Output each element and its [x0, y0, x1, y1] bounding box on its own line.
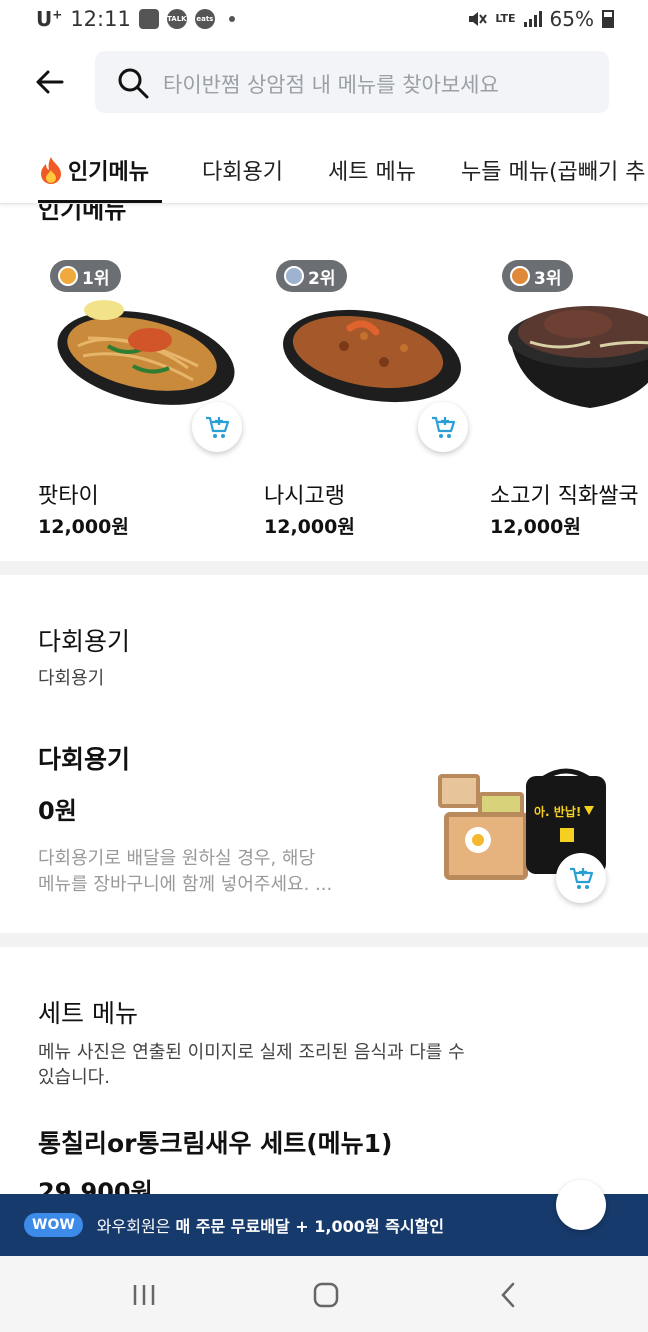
beef-pho-image: [508, 306, 648, 408]
item-description-line: 메뉴를 장바구니에 함께 넣어주세요. ...: [38, 874, 333, 895]
active-tab-indicator: [38, 200, 162, 203]
back-button[interactable]: [30, 62, 70, 102]
wow-badge: WOW: [24, 1213, 83, 1237]
network-type: LTE: [495, 12, 516, 25]
category-tabs: 인기메뉴 다회용기 세트 메뉴 누들 메뉴(곱빼기 추: [0, 134, 648, 204]
item-price: 0원: [38, 797, 77, 825]
chevron-left-icon: [501, 1282, 515, 1308]
bronze-medal-icon: [510, 266, 530, 286]
item-name: 다회용기: [38, 745, 131, 774]
item-description-line: 다회용기로 배달을 원하실 경우, 해당: [38, 848, 316, 869]
add-to-cart-button[interactable]: [192, 402, 242, 452]
tab-reusable-container[interactable]: 다회용기: [202, 154, 283, 186]
add-to-cart-button[interactable]: [418, 402, 468, 452]
section-description: 있습니다.: [38, 1067, 110, 1088]
carrier-label: U+: [36, 7, 63, 31]
item-price: 12,000원: [264, 516, 355, 538]
recent-apps-button[interactable]: [124, 1280, 164, 1310]
tab-set-menu[interactable]: 세트 메뉴: [328, 154, 416, 186]
silver-medal-icon: [284, 266, 304, 286]
wow-banner-text: 와우회원은 매 주문 무료배달 + 1,000원 즉시할인: [96, 1217, 445, 1236]
item-name: 나시고랭: [264, 484, 345, 509]
item-price: 12,000원: [490, 516, 581, 538]
tab-noodle-menu[interactable]: 누들 메뉴(곱빼기 추: [461, 154, 646, 186]
rank-badge: 2위: [276, 260, 348, 292]
add-cart-icon: [570, 867, 594, 889]
item-name: 팟타이: [38, 484, 99, 509]
add-cart-icon: [432, 416, 456, 438]
popular-item-card[interactable]: 1위 팟타이 12,000원: [38, 256, 248, 546]
add-cart-icon: [206, 416, 230, 438]
eats-icon: eats: [194, 9, 215, 29]
rank-badge: 3위: [502, 260, 574, 292]
section-divider: [0, 561, 648, 575]
section-description: 다회용기: [38, 668, 105, 689]
section-title: 세트 메뉴: [38, 999, 138, 1028]
recent-apps-icon: [133, 1285, 155, 1305]
fire-icon: [41, 157, 61, 184]
search-placeholder: 타이반쩜 상암점 내 메뉴를 찾아보세요: [163, 73, 499, 97]
section-description: 메뉴 사진은 연출된 이미지로 실제 조리된 음식과 다를 수: [38, 1042, 465, 1063]
home-icon: [313, 1282, 339, 1308]
battery-percent: 65%: [549, 7, 594, 31]
svg-text:아. 반납!: 아. 반납!: [534, 804, 581, 819]
system-back-button[interactable]: [488, 1280, 528, 1310]
system-navigation-bar: [0, 1256, 648, 1332]
section-divider: [0, 933, 648, 947]
search-input[interactable]: 타이반쩜 상암점 내 메뉴를 찾아보세요: [95, 51, 609, 113]
popular-item-card[interactable]: 2위 나시고랭 12,000원: [264, 256, 474, 546]
header: 타이반쩜 상암점 내 메뉴를 찾아보세요: [0, 38, 648, 134]
wow-membership-banner[interactable]: WOW 와우회원은 매 주문 무료배달 + 1,000원 즉시할인: [0, 1194, 648, 1256]
mute-icon: [469, 12, 488, 26]
battery-icon: [602, 10, 614, 28]
signal-icon: [523, 11, 542, 27]
clock: 12:11: [70, 7, 131, 31]
pad-thai-image: [57, 300, 235, 405]
home-button[interactable]: [306, 1280, 346, 1310]
search-icon: [118, 68, 149, 99]
arrow-left-icon: [36, 70, 64, 94]
gold-medal-icon: [58, 266, 78, 286]
gallery-icon: [138, 9, 159, 29]
tab-popular[interactable]: 인기메뉴: [38, 154, 149, 186]
item-name: 소고기 직화쌀국: [490, 484, 639, 509]
item-price: 12,000원: [38, 516, 129, 538]
rank-badge: 1위: [50, 260, 122, 292]
item-name: 통칠리or통크림새우 세트(메뉴1): [38, 1129, 393, 1158]
popular-item-card[interactable]: 3위 소고기 직화쌀국 12,000원: [490, 256, 648, 546]
section-title: 다회용기: [38, 627, 131, 656]
nasi-goreng-image: [283, 309, 461, 403]
add-to-cart-button[interactable]: [556, 1180, 606, 1230]
add-to-cart-button[interactable]: [556, 853, 606, 903]
more-notifications-icon: [228, 16, 235, 22]
status-bar: U+ 12:11 TALK eats LTE 65%: [0, 0, 648, 38]
talk-icon: TALK: [166, 9, 187, 29]
